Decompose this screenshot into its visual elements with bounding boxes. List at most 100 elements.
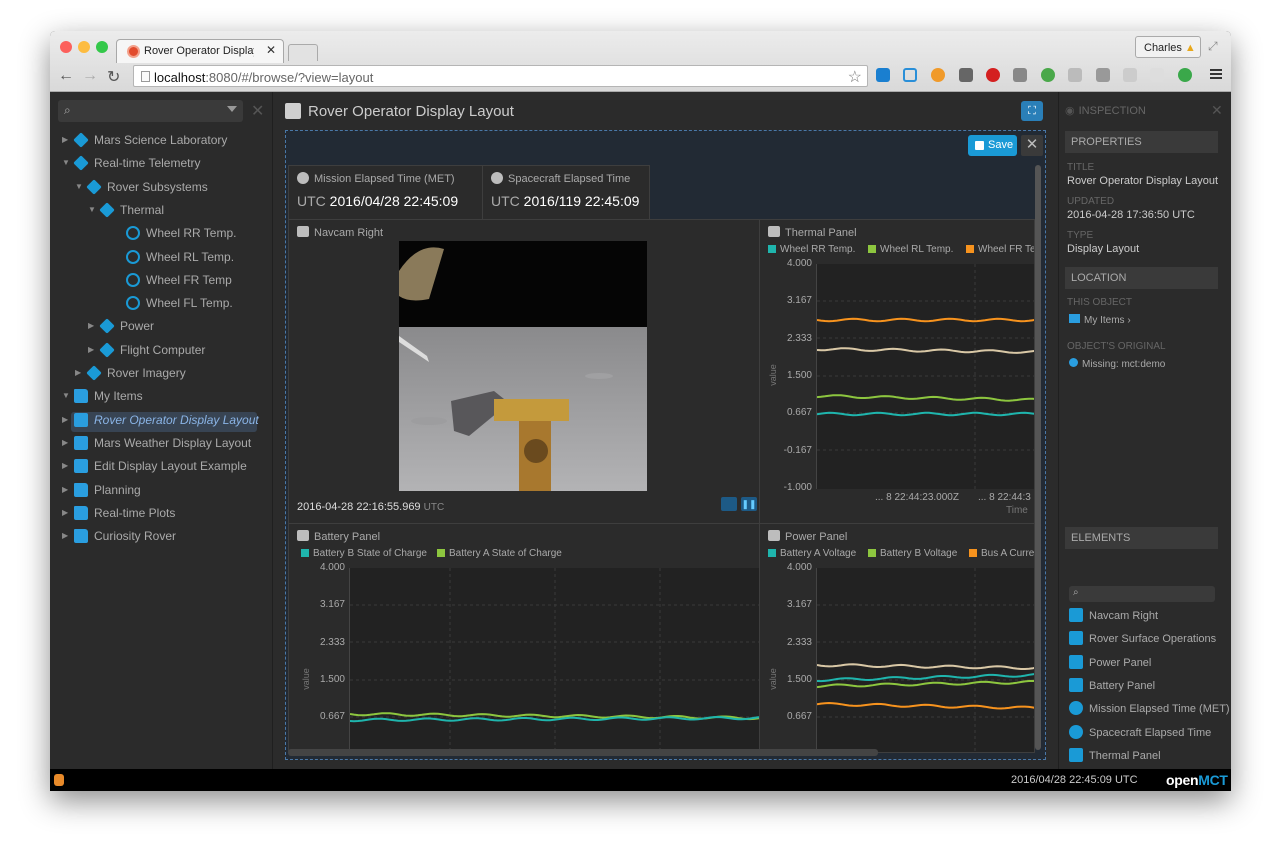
bookmark-star-icon[interactable]: ☆ [848,67,862,87]
forward-icon[interactable]: → [82,67,98,85]
expand-right-icon[interactable]: ▶ [62,503,72,523]
expand-right-icon[interactable]: ▶ [62,433,72,453]
browser-menu-icon[interactable] [1210,69,1222,71]
extension-opera-icon[interactable] [986,68,1000,82]
extension-recycle-icon[interactable] [1013,68,1027,82]
set-frame[interactable]: Spacecraft Elapsed Time UTC 2016/119 22:… [482,165,650,220]
url-text[interactable]: localhost:8080/#/browse/?view=layout [154,70,373,85]
reload-icon[interactable]: ↻ [107,67,120,87]
search-menu-chevron-icon[interactable] [227,106,237,112]
extension-sync-icon[interactable] [1178,68,1192,82]
expand-right-icon[interactable]: ▶ [88,340,98,360]
link-image-icon[interactable] [721,497,737,511]
folder-icon [1069,314,1080,323]
element-item[interactable]: Thermal Panel [1069,746,1161,766]
openmct-logo: openMCT [1166,772,1228,788]
element-item[interactable]: Spacecraft Elapsed Time [1069,723,1211,743]
extension-bird-icon[interactable] [1150,68,1164,82]
series-line [817,347,1034,354]
main-pane: Rover Operator Display Layout ⛶ Save ✕ M… [274,92,1057,769]
address-bar[interactable]: localhost:8080/#/browse/?view=layout ☆ [133,65,868,87]
elements-section[interactable]: ELEMENTS [1065,527,1218,549]
expand-right-icon[interactable]: ▶ [62,526,72,546]
this-object-label: THIS OBJECT [1067,297,1133,308]
inspector-header: ◉ INSPECTION [1065,105,1146,117]
series-line [817,317,1034,323]
close-edit-button[interactable]: ✕ [1021,135,1043,156]
close-tab-icon[interactable]: ✕ [266,43,276,57]
save-button[interactable]: Save [968,135,1017,156]
extension-eyedropper-icon[interactable] [959,68,973,82]
plot-icon [768,530,780,541]
expand-down-icon[interactable]: ▼ [62,386,72,406]
minimize-window-icon[interactable] [78,41,90,53]
close-inspector-icon[interactable]: ✕ [1211,102,1223,119]
element-item[interactable]: Navcam Right [1069,606,1158,626]
plot-icon [768,226,780,237]
fullscreen-icon[interactable]: ⤢ [1208,39,1218,54]
power-frame[interactable]: Power Panel Battery A Voltage Battery B … [759,523,1035,753]
power-plot-area[interactable] [816,568,1034,752]
zoom-window-icon[interactable] [96,41,108,53]
extension-gray-icon[interactable] [1068,68,1082,82]
y-tick-label: 2.333 [319,636,345,648]
my-items-link[interactable]: My Items › [1069,314,1131,326]
properties-section[interactable]: PROPERTIES [1065,131,1218,153]
thermal-frame[interactable]: Thermal Panel Wheel RR Temp. Wheel RL Te… [759,219,1035,524]
navcam-frame[interactable]: Navcam Right 2016-04-28 22:16:55.969 UTC… [288,219,760,524]
extension-screenshot-icon[interactable] [903,68,917,82]
expand-down-icon[interactable]: ▼ [88,200,98,220]
cube-icon [99,318,115,335]
clock-icon [1069,701,1083,716]
profile-button[interactable]: Charles ▲ [1135,36,1201,58]
expand-down-icon[interactable]: ▼ [75,177,85,197]
database-icon[interactable] [54,774,64,786]
location-section[interactable]: LOCATION [1065,267,1218,289]
expand-right-icon[interactable]: ▶ [62,456,72,476]
expand-right-icon[interactable]: ▶ [62,130,72,150]
expand-down-icon[interactable]: ▼ [62,153,72,173]
extension-dropbox-icon[interactable] [876,68,890,82]
warning-icon: ▲ [1184,42,1196,54]
element-item[interactable]: Rover Surface Operations [1069,629,1216,649]
new-tab-button[interactable] [288,44,318,61]
plot-icon [1069,631,1083,646]
pause-icon[interactable]: ❚❚ [741,497,757,511]
battery-frame[interactable]: Battery Panel Battery B State of Charge … [288,523,760,753]
extension-box-icon[interactable] [1096,68,1110,82]
favicon-icon [127,45,140,58]
missing-link[interactable]: Missing: mct:demo [1069,358,1165,370]
element-item[interactable]: Battery Panel [1069,676,1155,696]
power-legend-1[interactable]: Battery A Voltage [768,548,856,559]
browser-tab[interactable]: Rover Operator Display Layout ✕ [116,39,284,63]
extension-green-icon[interactable] [1041,68,1055,82]
expand-right-icon[interactable]: ▶ [62,410,72,430]
expand-right-icon[interactable]: ▶ [75,363,85,383]
battery-legend-2[interactable]: Battery A State of Charge [437,548,562,559]
cube-icon [73,155,89,172]
element-item[interactable]: Power Panel [1069,653,1151,673]
thermal-plot-area[interactable] [816,264,1034,489]
thermal-legend-3[interactable]: Wheel FR Ter [966,244,1034,255]
back-icon[interactable]: ← [58,67,74,85]
elements-search-input[interactable]: ⌕ [1069,586,1215,602]
collapse-pane-icon[interactable]: ✕ [251,101,264,121]
extension-bowl-icon[interactable] [931,68,945,82]
expand-right-icon[interactable]: ▶ [88,316,98,336]
thermal-legend-2[interactable]: Wheel RL Temp. [868,244,953,255]
extension-g-icon[interactable] [1123,68,1137,82]
thermal-legend-1[interactable]: Wheel RR Temp. [768,244,855,255]
met-frame[interactable]: Mission Elapsed Time (MET) UTC 2016/04/2… [288,165,483,220]
expand-view-icon[interactable]: ⛶ [1021,101,1043,121]
vertical-scrollbar[interactable] [1035,165,1041,750]
battery-plot-area[interactable] [349,568,759,752]
power-legend-2[interactable]: Battery B Voltage [868,548,957,559]
battery-legend-1[interactable]: Battery B State of Charge [301,548,427,559]
horizontal-scrollbar[interactable] [288,749,878,756]
element-item[interactable]: Mission Elapsed Time (MET) [1069,699,1230,719]
tree-search-input[interactable]: ⌕ [58,100,243,122]
search-icon: ⌕ [64,103,71,117]
expand-right-icon[interactable]: ▶ [62,480,72,500]
close-window-icon[interactable] [60,41,72,53]
power-legend-3[interactable]: Bus A Curre [969,548,1034,559]
